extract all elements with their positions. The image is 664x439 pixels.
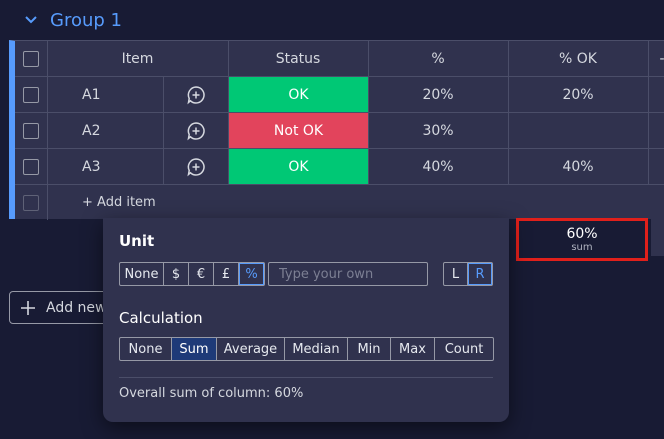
select-all-checkbox[interactable] [23,50,39,67]
header-more[interactable]: - [655,41,664,76]
percent-cell[interactable]: 20% [368,77,508,112]
add-comment-icon[interactable] [186,85,206,105]
custom-unit-input[interactable] [268,262,428,286]
percent-ok-cell[interactable]: 40% [508,149,648,184]
add-row-checkbox-cell [15,185,47,220]
row-checkbox[interactable] [23,158,39,175]
calc-option-none[interactable]: None [120,338,172,360]
item-name[interactable]: A2 [47,113,163,148]
summary-value: 60% [566,225,598,242]
col-divider [163,77,164,184]
add-new-label: Add new [46,299,107,316]
percent-cell[interactable]: 40% [368,149,508,184]
comment-cell [163,149,228,184]
calc-option-average[interactable]: Average [217,338,285,360]
calculation-selector: None Sum Average Median Min Max Count [119,337,494,361]
group-title[interactable]: Group 1 [50,10,122,31]
header-percent-ok[interactable]: % OK [508,41,648,76]
column-summary-cell[interactable]: 60% sum [516,218,648,261]
percent-cell[interactable]: 30% [368,113,508,148]
row-checkbox-cell [15,77,47,112]
status-cell[interactable]: OK [229,149,368,184]
plus-icon [21,300,35,315]
overall-summary-text: Overall sum of column: 60% [119,386,304,401]
row-divider [15,148,664,149]
col-divider [648,41,649,184]
board-table: Item Status % % OK - A1 OK 20% 20% A2 No… [9,40,664,220]
summary-label: sum [571,241,593,253]
header-status[interactable]: Status [228,41,368,76]
comment-cell [163,77,228,112]
calc-option-min[interactable]: Min [348,338,391,360]
calculation-title: Calculation [119,309,203,327]
unit-option-dollar[interactable]: $ [164,263,189,285]
summary-settings-popup: Unit None $ € £ % L R Calculation None S… [103,218,509,422]
status-cell[interactable]: Not OK [229,113,368,148]
unit-direction-selector: L R [443,262,493,286]
group-header[interactable]: Group 1 [22,6,122,34]
add-comment-icon[interactable] [186,157,206,177]
status-cell[interactable]: OK [229,77,368,112]
item-name[interactable]: A3 [47,149,163,184]
row-divider [15,184,664,185]
unit-selector: None $ € £ % [119,262,265,286]
direction-left[interactable]: L [444,263,468,285]
direction-right[interactable]: R [468,263,492,285]
percent-ok-cell[interactable] [508,113,648,148]
percent-ok-cell[interactable]: 20% [508,77,648,112]
select-all-cell [15,41,47,76]
add-item-input[interactable]: + Add item [47,185,247,220]
unit-option-pound[interactable]: £ [214,263,239,285]
calc-option-sum[interactable]: Sum [172,338,217,360]
unit-option-euro[interactable]: € [189,263,214,285]
summary-row-extension [651,218,664,256]
row-divider [15,112,664,113]
header-percent[interactable]: % [368,41,508,76]
row-checkbox-cell [15,113,47,148]
item-name[interactable]: A1 [47,77,163,112]
add-comment-icon[interactable] [186,121,206,141]
add-row-checkbox [23,194,39,211]
col-divider [508,41,509,184]
calc-option-median[interactable]: Median [285,338,348,360]
popup-divider [119,377,493,378]
unit-title: Unit [119,232,155,250]
comment-cell [163,113,228,148]
col-divider [228,41,229,184]
col-divider [47,41,48,220]
unit-option-none[interactable]: None [120,263,164,285]
row-checkbox[interactable] [23,122,39,139]
row-checkbox-cell [15,149,47,184]
header-item[interactable]: Item [47,41,228,76]
calc-option-max[interactable]: Max [391,338,435,360]
row-divider [15,76,664,77]
unit-option-percent[interactable]: % [239,263,264,285]
chevron-down-icon[interactable] [22,11,40,29]
col-divider [368,41,369,184]
row-checkbox[interactable] [23,86,39,103]
calc-option-count[interactable]: Count [435,338,493,360]
